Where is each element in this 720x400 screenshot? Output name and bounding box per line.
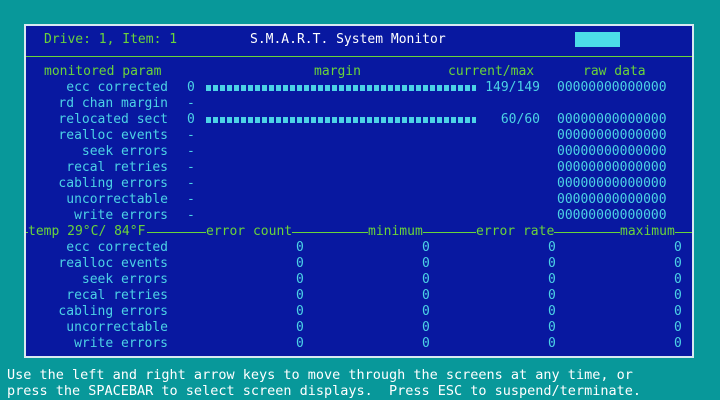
error-rate-value: 0 — [548, 336, 556, 351]
maximum-value: 0 — [674, 272, 682, 287]
minimum-value: 0 — [422, 320, 430, 335]
error-count-value: 0 — [296, 304, 304, 319]
param-label: cabling errors — [58, 176, 168, 191]
param-label: write errors — [74, 208, 168, 223]
margin-bar — [206, 85, 476, 91]
error-rate-value: 0 — [548, 272, 556, 287]
maximum-value: 0 — [674, 256, 682, 271]
param-label: seek errors — [81, 144, 168, 159]
maximum-value: 0 — [674, 320, 682, 335]
drive-item-label: Drive: 1, Item: 1 — [44, 32, 178, 47]
maximum-value: 0 — [674, 304, 682, 319]
param-label: realloc events — [58, 128, 168, 143]
status-indicator — [575, 32, 620, 47]
minimum-value: 0 — [422, 256, 430, 271]
raw-data-value: 00000000000000 — [557, 80, 667, 95]
col-header-margin: margin — [314, 64, 361, 79]
margin-value: - — [187, 208, 195, 223]
minimum-value: 0 — [422, 240, 430, 255]
col-header-monitored-param: monitored param — [44, 64, 162, 79]
col-header-current-max: current/max — [448, 64, 535, 79]
margin-value: - — [187, 96, 195, 111]
temperature-readout: temp 29°C/ 84°F — [28, 224, 148, 240]
param-label: write errors — [74, 336, 168, 351]
raw-data-value: 00000000000000 — [557, 144, 667, 159]
error-count-value: 0 — [296, 320, 304, 335]
minimum-value: 0 — [422, 336, 430, 351]
raw-data-value: 00000000000000 — [557, 128, 667, 143]
maximum-value: 0 — [674, 240, 682, 255]
param-label: rd chan margin — [58, 96, 168, 111]
col-header-error-count: error count — [206, 224, 293, 240]
param-label: uncorrectable — [66, 192, 168, 207]
error-count-value: 0 — [296, 240, 304, 255]
col-header-minimum: minimum — [368, 224, 423, 240]
footer-help-line-1: Use the left and right arrow keys to mov… — [7, 367, 633, 383]
raw-data-value: 00000000000000 — [557, 112, 667, 127]
raw-data-value: 00000000000000 — [557, 192, 667, 207]
margin-value: 0 — [187, 112, 195, 127]
param-label: uncorrectable — [66, 320, 168, 335]
error-rate-value: 0 — [548, 240, 556, 255]
maximum-value: 0 — [674, 288, 682, 303]
error-count-value: 0 — [296, 336, 304, 351]
error-rate-value: 0 — [548, 288, 556, 303]
col-header-maximum: maximum — [620, 224, 675, 240]
raw-data-value: 00000000000000 — [557, 208, 667, 223]
param-label: realloc events — [58, 256, 168, 271]
header-divider — [26, 56, 692, 57]
param-label: recal retries — [66, 288, 168, 303]
margin-value: - — [187, 144, 195, 159]
param-label: ecc corrected — [66, 80, 168, 95]
error-count-value: 0 — [296, 288, 304, 303]
margin-bar — [206, 117, 476, 123]
param-label: ecc corrected — [66, 240, 168, 255]
error-rate-value: 0 — [548, 320, 556, 335]
maximum-value: 0 — [674, 336, 682, 351]
param-label: relocated sect — [58, 112, 168, 127]
param-label: recal retries — [66, 160, 168, 175]
footer-help-line-2: press the SPACEBAR to select screen disp… — [7, 383, 641, 399]
margin-value: - — [187, 160, 195, 175]
current-max-value: 60/60 — [500, 112, 540, 127]
param-label: cabling errors — [58, 304, 168, 319]
error-count-value: 0 — [296, 272, 304, 287]
minimum-value: 0 — [422, 304, 430, 319]
margin-value: - — [187, 176, 195, 191]
raw-data-value: 00000000000000 — [557, 176, 667, 191]
page-title: S.M.A.R.T. System Monitor — [250, 32, 446, 47]
margin-value: - — [187, 128, 195, 143]
raw-data-value: 00000000000000 — [557, 160, 667, 175]
col-header-error-rate: error rate — [476, 224, 555, 240]
param-label: seek errors — [81, 272, 168, 287]
minimum-value: 0 — [422, 272, 430, 287]
error-rate-value: 0 — [548, 304, 556, 319]
minimum-value: 0 — [422, 288, 430, 303]
margin-value: 0 — [187, 80, 195, 95]
error-rate-value: 0 — [548, 256, 556, 271]
margin-value: - — [187, 192, 195, 207]
error-count-value: 0 — [296, 256, 304, 271]
current-max-value: 149/149 — [485, 80, 540, 95]
col-header-raw-data: raw data — [583, 64, 646, 79]
